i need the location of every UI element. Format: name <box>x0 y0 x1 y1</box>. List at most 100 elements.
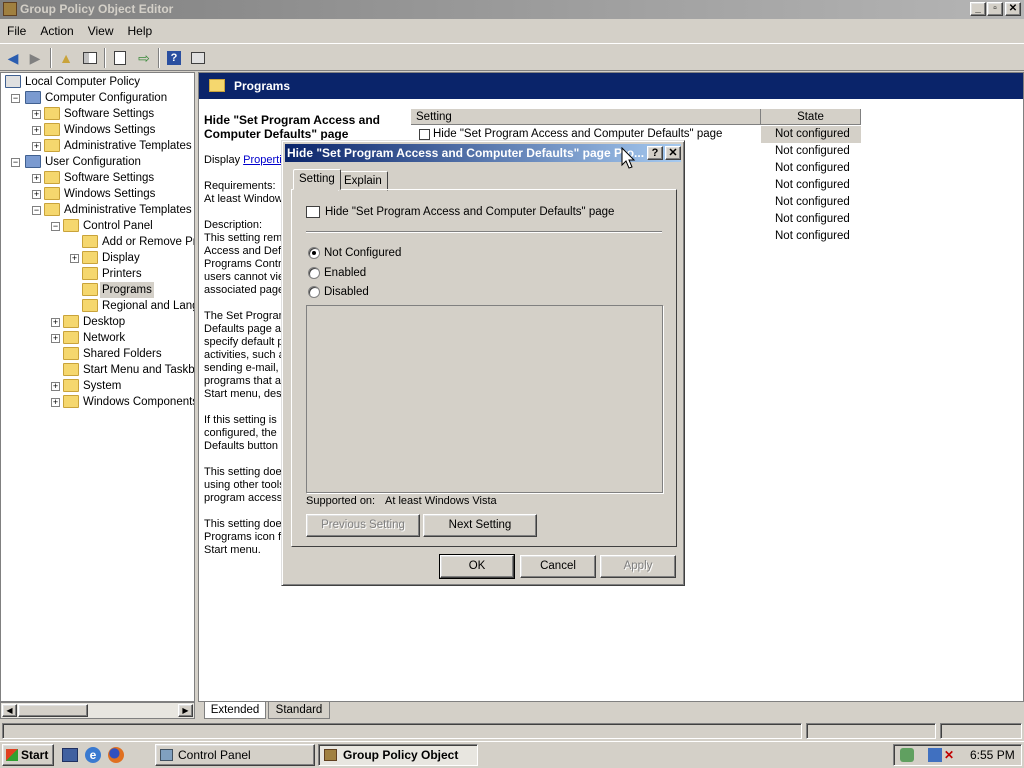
tree-item-label[interactable]: Computer Configuration <box>43 90 169 106</box>
show-desktop-icon[interactable] <box>62 748 78 762</box>
tree-item[interactable]: − Control Panel <box>1 218 194 234</box>
tree-item[interactable]: + Display <box>1 250 194 266</box>
tree-item-label[interactable]: Shared Folders <box>81 346 164 362</box>
radio-label-not-configured[interactable]: Not Configured <box>324 246 401 260</box>
back-arrow-icon[interactable]: ◀ <box>3 48 23 68</box>
minimize-button[interactable]: _ <box>970 2 986 16</box>
apply-button[interactable]: Apply <box>600 555 676 578</box>
state-cell[interactable]: Not configured <box>775 177 850 194</box>
tree-item-label[interactable]: Windows Settings <box>62 122 157 138</box>
state-cell[interactable]: Not configured <box>775 194 850 211</box>
tree-horizontal-scrollbar[interactable]: ◀ ▶ <box>0 702 195 719</box>
network-icon[interactable] <box>928 748 942 762</box>
expand-icon[interactable]: + <box>51 382 60 391</box>
tree-item-label[interactable]: Control Panel <box>81 218 155 234</box>
help-icon[interactable]: ? <box>164 48 184 68</box>
tree-item-label[interactable]: Desktop <box>81 314 127 330</box>
maximize-button[interactable]: ▫ <box>987 2 1003 16</box>
scroll-left-arrow-icon[interactable]: ◀ <box>2 704 17 717</box>
window-title-bar[interactable]: Group Policy Object Editor _ ▫ ✕ <box>0 0 1024 19</box>
tree-item[interactable]: Shared Folders <box>1 346 194 362</box>
tree-item[interactable]: Add or Remove Pro <box>1 234 194 250</box>
tree-item-label[interactable]: Windows Settings <box>62 186 157 202</box>
tab-extended[interactable]: Extended <box>204 702 266 719</box>
state-cell[interactable]: Not configured <box>775 211 850 228</box>
tree-item-label[interactable]: Software Settings <box>62 106 156 122</box>
volume-muted-icon[interactable]: ✕ <box>944 748 956 762</box>
tree-item[interactable]: + Windows Components <box>1 394 194 410</box>
expand-icon[interactable]: + <box>32 142 41 151</box>
expand-icon[interactable]: + <box>32 126 41 135</box>
previous-setting-button[interactable]: Previous Setting <box>306 514 420 537</box>
tree-item[interactable]: + Software Settings <box>1 106 194 122</box>
menu-help[interactable]: Help <box>121 21 160 41</box>
tree-item[interactable]: − Administrative Templates <box>1 202 194 218</box>
tree-item-label[interactable]: System <box>81 378 123 394</box>
menu-view[interactable]: View <box>81 21 121 41</box>
tree-item-label[interactable]: Add or Remove Pro <box>100 234 194 250</box>
dialog-close-button[interactable]: ✕ <box>665 146 681 160</box>
state-cell[interactable]: Not configured <box>775 228 850 245</box>
state-cell[interactable]: Not configured <box>775 143 850 160</box>
state-cell[interactable]: Not configured <box>761 126 861 143</box>
tree-item-label[interactable]: User Configuration <box>43 154 143 170</box>
collapse-icon[interactable]: − <box>32 206 41 215</box>
tree-item[interactable]: + Network <box>1 330 194 346</box>
properties-icon[interactable] <box>110 48 130 68</box>
display-properties-link[interactable]: Properti <box>243 154 282 166</box>
forward-arrow-icon[interactable]: ▶ <box>25 48 45 68</box>
tree-item[interactable]: − User Configuration <box>1 154 194 170</box>
tree-item[interactable]: + Desktop <box>1 314 194 330</box>
column-header-setting[interactable]: Setting <box>411 109 761 125</box>
radio-label-enabled[interactable]: Enabled <box>324 266 366 280</box>
up-folder-icon[interactable]: ▲ <box>56 48 76 68</box>
tree-item[interactable]: + System <box>1 378 194 394</box>
expand-icon[interactable]: + <box>32 174 41 183</box>
start-button[interactable]: Start <box>2 744 54 766</box>
tree-item-label[interactable]: Administrative Templates <box>62 138 194 154</box>
expand-icon[interactable]: + <box>32 190 41 199</box>
tree-item-label[interactable]: Administrative Templates <box>62 202 194 218</box>
close-button[interactable]: ✕ <box>1005 2 1021 16</box>
show-console-tree-icon[interactable] <box>188 48 208 68</box>
export-list-icon[interactable]: ⇨ <box>134 48 154 68</box>
cancel-button[interactable]: Cancel <box>520 555 596 578</box>
radio-label-disabled[interactable]: Disabled <box>324 285 369 299</box>
tree-item[interactable]: + Administrative Templates <box>1 138 194 154</box>
expand-icon[interactable]: + <box>51 398 60 407</box>
expand-icon[interactable]: + <box>32 110 41 119</box>
tree-item-label[interactable]: Display <box>100 250 142 266</box>
next-setting-button[interactable]: Next Setting <box>423 514 537 537</box>
expand-icon[interactable]: + <box>70 254 79 263</box>
tree-item[interactable]: Printers <box>1 266 194 282</box>
tree-item-label[interactable]: Windows Components <box>81 394 194 410</box>
clock[interactable]: 6:55 PM <box>970 745 1015 765</box>
tree-item-label[interactable]: Regional and Langu <box>100 298 194 314</box>
radio-disabled[interactable] <box>308 286 320 298</box>
tab-explain[interactable]: Explain <box>338 171 388 191</box>
tree-item-label[interactable]: Network <box>81 330 127 346</box>
state-cell[interactable]: Not configured <box>775 160 850 177</box>
internet-explorer-icon[interactable]: e <box>85 747 101 763</box>
tree-item[interactable]: + Windows Settings <box>1 122 194 138</box>
menu-action[interactable]: Action <box>33 21 80 41</box>
expand-icon[interactable]: + <box>51 334 60 343</box>
collapse-icon[interactable]: − <box>11 94 20 103</box>
tree-item-label[interactable]: Software Settings <box>62 170 156 186</box>
expand-icon[interactable]: + <box>51 318 60 327</box>
tree-item[interactable]: Start Menu and Taskba <box>1 362 194 378</box>
tree-item[interactable]: + Software Settings <box>1 170 194 186</box>
tree-item[interactable]: Regional and Langu <box>1 298 194 314</box>
collapse-icon[interactable]: − <box>51 222 60 231</box>
tab-setting[interactable]: Setting <box>293 169 341 190</box>
menu-file[interactable]: File <box>0 21 33 41</box>
collapse-icon[interactable]: − <box>11 158 20 167</box>
show-hide-tree-icon[interactable] <box>80 48 100 68</box>
tree-item-label[interactable]: Local Computer Policy <box>23 74 142 90</box>
tree-item-label[interactable]: Printers <box>100 266 144 282</box>
task-group-policy[interactable]: Group Policy Object E... <box>318 744 478 766</box>
firefox-icon[interactable] <box>108 747 124 763</box>
scroll-thumb[interactable] <box>18 704 88 717</box>
tree-item-label[interactable]: Start Menu and Taskba <box>81 362 194 378</box>
tree-item[interactable]: Programs <box>1 282 194 298</box>
